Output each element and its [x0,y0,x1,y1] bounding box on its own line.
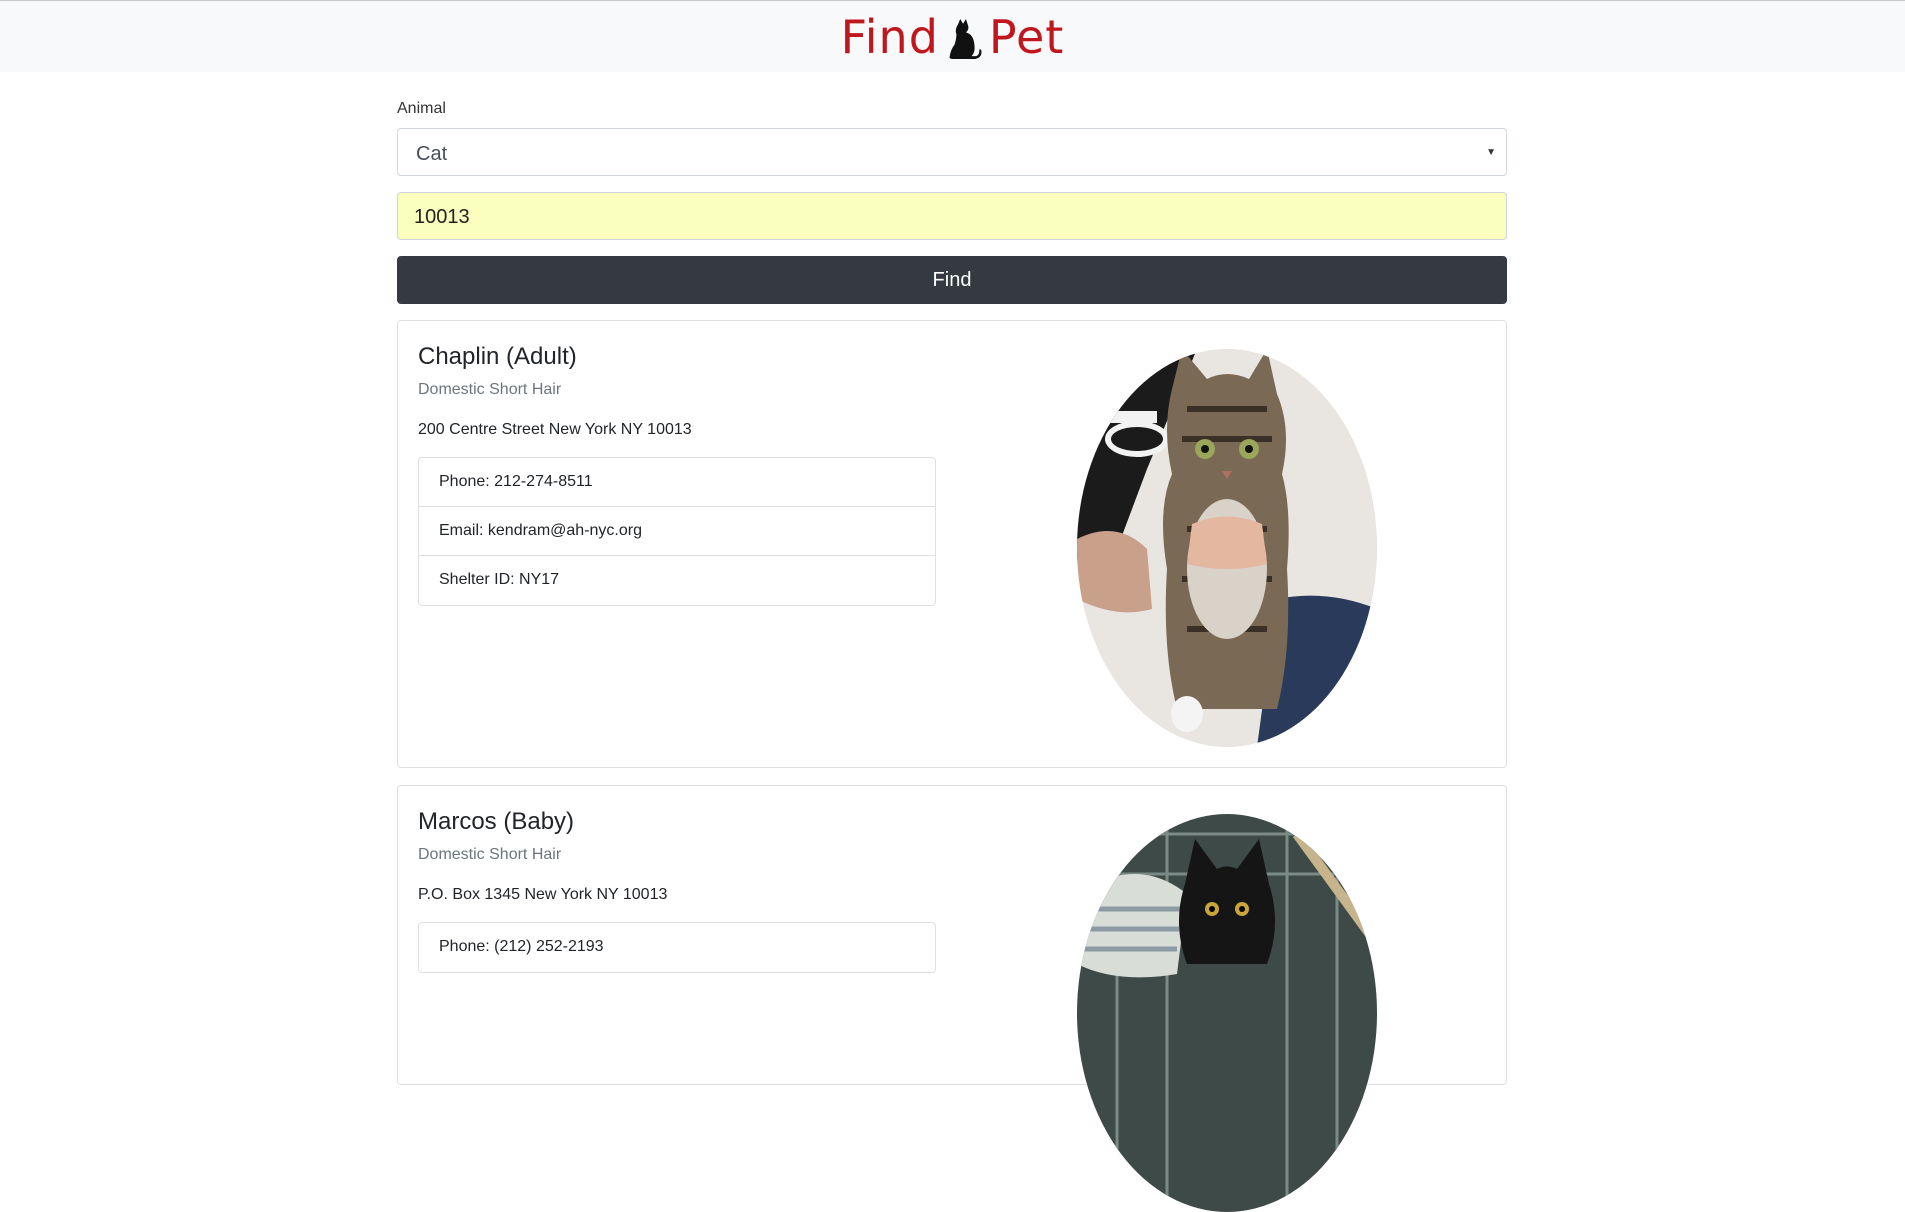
pet-breed: Domestic Short Hair [418,381,562,398]
tabby-cat-photo [1077,349,1377,747]
logo-text-pet: Pet [988,10,1065,64]
animal-select-value: Cat [416,143,448,165]
logo-text-find: Find [840,10,939,64]
pet-name: Marcos (Baby) [418,808,575,835]
dropdown-caret-icon: ▼ [1486,147,1496,158]
pet-address: P.O. Box 1345 New York NY 10013 [418,886,668,903]
contact-phone: Phone: 212-274-8511 [419,458,935,507]
cat-silhouette-icon [949,19,982,59]
animal-select[interactable]: Cat ▼ [397,128,1507,176]
animal-label: Animal [397,100,446,117]
black-kitten-photo [1077,814,1377,1212]
contact-list: Phone: (212) 252-2193 [418,922,936,973]
app-logo[interactable]: Find Pet [0,11,1905,63]
find-button[interactable]: Find [397,256,1507,304]
pet-photo [1077,349,1377,747]
pet-name: Chaplin (Adult) [418,343,577,370]
pet-card: Marcos (Baby) Domestic Short Hair P.O. B… [397,785,1507,1212]
pet-address: 200 Centre Street New York NY 10013 [418,421,692,438]
top-navbar: Find Pet [0,0,1905,72]
zip-code-input[interactable]: 10013 [397,192,1507,240]
pet-breed: Domestic Short Hair [418,846,562,863]
shelter-id: Shelter ID: NY17 [439,571,560,588]
contact-email: Email: kendram@ah-nyc.org [419,507,935,556]
contact-list: Phone: 212-274-8511 Email: kendram@ah-ny… [418,457,936,606]
zip-code-value: 10013 [414,206,470,228]
pet-photo [1077,814,1377,1212]
pet-card: Chaplin (Adult) Domestic Short Hair 200 … [397,320,1507,768]
contact-phone: Phone: (212) 252-2193 [439,938,604,955]
